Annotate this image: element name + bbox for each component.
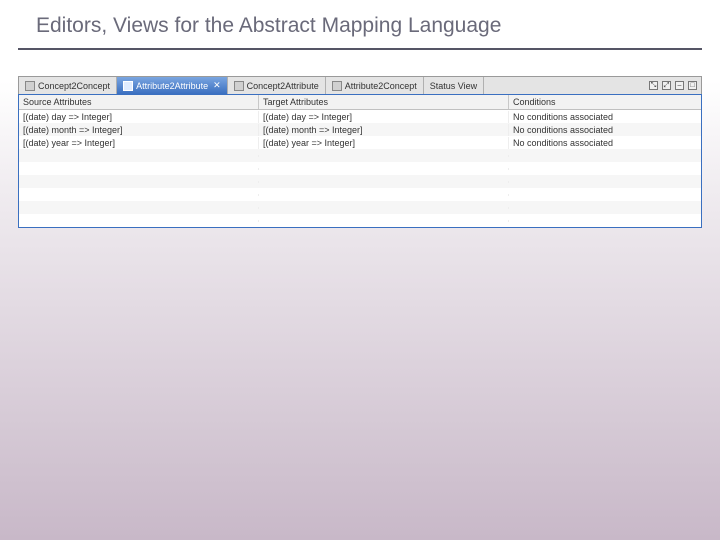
table-row-empty[interactable]: [19, 149, 701, 162]
file-icon: [234, 81, 244, 91]
tab-label: Concept2Concept: [38, 81, 110, 91]
tab-actions: ⤡ ⤢ – □: [645, 77, 701, 94]
file-icon: [332, 81, 342, 91]
cell-source: [(date) day => Integer]: [19, 111, 259, 123]
cell-target: [(date) month => Integer]: [259, 124, 509, 136]
cell-target: [(date) year => Integer]: [259, 137, 509, 149]
table-row[interactable]: [(date) month => Integer] [(date) month …: [19, 123, 701, 136]
tab-label: Attribute2Concept: [345, 81, 417, 91]
tab-label: Concept2Attribute: [247, 81, 319, 91]
table-row-empty[interactable]: [19, 188, 701, 201]
table-row-empty[interactable]: [19, 201, 701, 214]
tab-bar: Concept2Concept Attribute2Attribute ✕ Co…: [18, 76, 702, 94]
tab-attribute2concept[interactable]: Attribute2Concept: [326, 77, 424, 94]
tab-status-view[interactable]: Status View: [424, 77, 484, 94]
cell-source: [(date) year => Integer]: [19, 137, 259, 149]
col-source-header[interactable]: Source Attributes: [19, 95, 259, 109]
col-conditions-header[interactable]: Conditions: [509, 95, 701, 109]
tab-label: Attribute2Attribute: [136, 81, 208, 91]
mapping-table: Source Attributes Target Attributes Cond…: [18, 94, 702, 228]
cell-target: [(date) day => Integer]: [259, 111, 509, 123]
table-row-empty[interactable]: [19, 175, 701, 188]
close-icon[interactable]: ✕: [211, 81, 221, 90]
swap-icon[interactable]: ⤢: [662, 81, 671, 90]
table-row[interactable]: [(date) day => Integer] [(date) day => I…: [19, 110, 701, 123]
file-icon: [123, 81, 133, 91]
title-underline: [18, 48, 702, 50]
table-header: Source Attributes Target Attributes Cond…: [19, 95, 701, 110]
col-target-header[interactable]: Target Attributes: [259, 95, 509, 109]
cell-source: [(date) month => Integer]: [19, 124, 259, 136]
table-row[interactable]: [(date) year => Integer] [(date) year =>…: [19, 136, 701, 149]
cell-conditions: No conditions associated: [509, 137, 701, 149]
file-icon: [25, 81, 35, 91]
table-body: [(date) day => Integer] [(date) day => I…: [19, 110, 701, 227]
tab-label: Status View: [430, 81, 477, 91]
cell-conditions: No conditions associated: [509, 124, 701, 136]
table-row-empty[interactable]: [19, 162, 701, 175]
table-row-empty[interactable]: [19, 214, 701, 227]
cell-conditions: No conditions associated: [509, 111, 701, 123]
maximize-icon[interactable]: □: [688, 81, 697, 90]
tab-spacer: [484, 77, 645, 94]
restore-icon[interactable]: ⤡: [649, 81, 658, 90]
tab-attribute2attribute[interactable]: Attribute2Attribute ✕: [117, 77, 228, 94]
tab-concept2concept[interactable]: Concept2Concept: [19, 77, 117, 94]
editor-panel: Concept2Concept Attribute2Attribute ✕ Co…: [18, 76, 702, 228]
tab-concept2attribute[interactable]: Concept2Attribute: [228, 77, 326, 94]
slide-title: Editors, Views for the Abstract Mapping …: [0, 0, 720, 48]
minimize-icon[interactable]: –: [675, 81, 684, 90]
